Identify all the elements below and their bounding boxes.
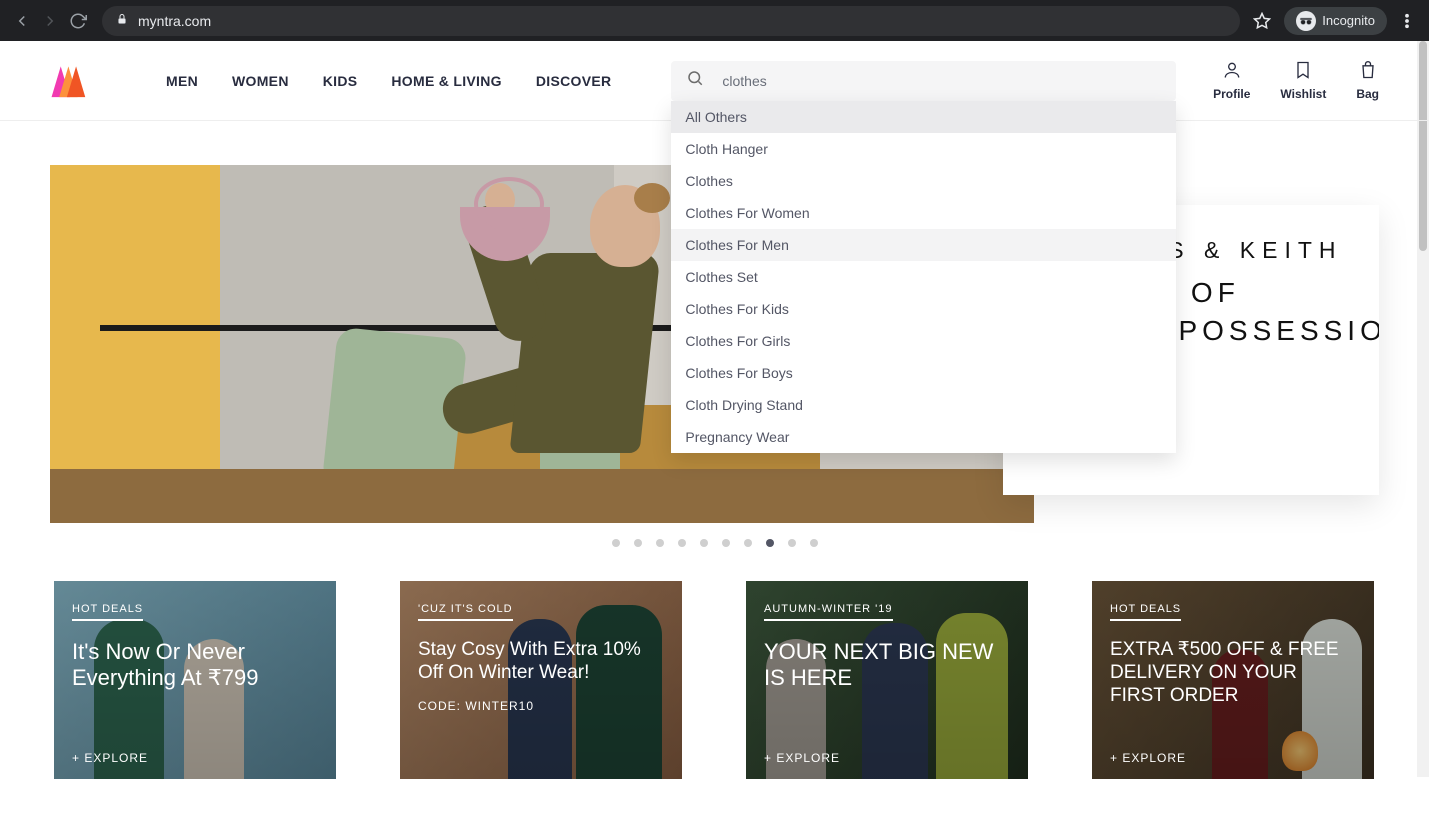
carousel-dot[interactable]: [766, 539, 774, 547]
carousel-dots: [0, 539, 1429, 547]
nav-home-living[interactable]: HOME & LIVING: [391, 73, 501, 89]
suggestion-item[interactable]: Cloth Hanger: [671, 133, 1176, 165]
nav-kids[interactable]: KIDS: [323, 73, 358, 89]
suggestion-item[interactable]: Clothes For Men: [671, 229, 1176, 261]
nav-discover[interactable]: DISCOVER: [536, 73, 612, 89]
suggestion-item[interactable]: Clothes: [671, 165, 1176, 197]
incognito-indicator: Incognito: [1284, 7, 1387, 35]
carousel-dot[interactable]: [744, 539, 752, 547]
suggestion-item[interactable]: Clothes Set: [671, 261, 1176, 293]
carousel-dot[interactable]: [788, 539, 796, 547]
search-icon: [686, 69, 704, 92]
bag-label: Bag: [1356, 87, 1379, 101]
browser-toolbar: myntra.com Incognito: [0, 0, 1429, 41]
url-text: myntra.com: [138, 13, 211, 29]
reload-button[interactable]: [64, 7, 92, 35]
promo-kicker: HOT DEALS: [72, 603, 143, 621]
carousel-dot[interactable]: [700, 539, 708, 547]
address-bar[interactable]: myntra.com: [102, 6, 1240, 36]
bookmark-button[interactable]: [1248, 7, 1276, 35]
promo-card[interactable]: AUTUMN-WINTER '19 YOUR NEXT BIG NEW IS H…: [746, 581, 1028, 779]
suggestion-item[interactable]: Clothes For Women: [671, 197, 1176, 229]
suggestion-item[interactable]: Clothes For Boys: [671, 357, 1176, 389]
profile-link[interactable]: Profile: [1213, 60, 1250, 101]
promo-explore: + EXPLORE: [1110, 751, 1186, 765]
carousel-dot[interactable]: [678, 539, 686, 547]
bookmark-icon: [1293, 60, 1313, 83]
promo-headline: It's Now Or Never Everything At ₹799: [72, 639, 318, 692]
promo-card[interactable]: HOT DEALS EXTRA ₹500 OFF & FREE DELIVERY…: [1092, 581, 1374, 779]
bag-link[interactable]: Bag: [1356, 60, 1379, 101]
search-container: All Others Cloth Hanger Clothes Clothes …: [671, 61, 1176, 101]
suggestion-item[interactable]: Clothes For Kids: [671, 293, 1176, 325]
nav-men[interactable]: MEN: [166, 73, 198, 89]
carousel-dot[interactable]: [810, 539, 818, 547]
primary-nav: MEN WOMEN KIDS HOME & LIVING DISCOVER: [166, 73, 611, 89]
promo-headline: EXTRA ₹500 OFF & FREE DELIVERY ON YOUR F…: [1110, 639, 1356, 707]
incognito-label: Incognito: [1322, 13, 1375, 28]
search-input[interactable]: [722, 73, 1161, 89]
site-header: MEN WOMEN KIDS HOME & LIVING DISCOVER Al…: [0, 41, 1429, 121]
promo-code: CODE: WINTER10: [418, 699, 664, 713]
carousel-dot[interactable]: [722, 539, 730, 547]
promo-card[interactable]: HOT DEALS It's Now Or Never Everything A…: [54, 581, 336, 779]
promo-kicker: 'CUZ IT'S COLD: [418, 603, 513, 621]
search-box[interactable]: [671, 61, 1176, 101]
carousel-dot[interactable]: [656, 539, 664, 547]
browser-menu-button[interactable]: [1393, 7, 1421, 35]
promo-headline: YOUR NEXT BIG NEW IS HERE: [764, 639, 1010, 692]
promo-headline: Stay Cosy With Extra 10% Off On Winter W…: [418, 639, 664, 685]
wishlist-label: Wishlist: [1280, 87, 1326, 101]
promo-row: HOT DEALS It's Now Or Never Everything A…: [54, 581, 1375, 779]
suggestion-item[interactable]: Clothes For Girls: [671, 325, 1176, 357]
forward-button[interactable]: [36, 7, 64, 35]
search-suggestions: All Others Cloth Hanger Clothes Clothes …: [671, 101, 1176, 453]
carousel-dot[interactable]: [612, 539, 620, 547]
back-button[interactable]: [8, 7, 36, 35]
vertical-scrollbar[interactable]: [1417, 41, 1429, 777]
suggestion-item[interactable]: All Others: [671, 101, 1176, 133]
logo[interactable]: [50, 63, 96, 99]
promo-explore: + EXPLORE: [72, 751, 148, 765]
wishlist-link[interactable]: Wishlist: [1280, 60, 1326, 101]
incognito-icon: [1296, 11, 1316, 31]
promo-explore: + EXPLORE: [764, 751, 840, 765]
promo-kicker: HOT DEALS: [1110, 603, 1181, 621]
user-actions: Profile Wishlist Bag: [1213, 60, 1379, 101]
lock-icon: [116, 13, 128, 28]
suggestion-item[interactable]: Pregnancy Wear: [671, 421, 1176, 453]
nav-women[interactable]: WOMEN: [232, 73, 289, 89]
promo-card[interactable]: 'CUZ IT'S COLD Stay Cosy With Extra 10% …: [400, 581, 682, 779]
profile-icon: [1222, 60, 1242, 83]
suggestion-item[interactable]: Cloth Drying Stand: [671, 389, 1176, 421]
carousel-dot[interactable]: [634, 539, 642, 547]
promo-kicker: AUTUMN-WINTER '19: [764, 603, 893, 621]
profile-label: Profile: [1213, 87, 1250, 101]
bag-icon: [1358, 60, 1378, 83]
